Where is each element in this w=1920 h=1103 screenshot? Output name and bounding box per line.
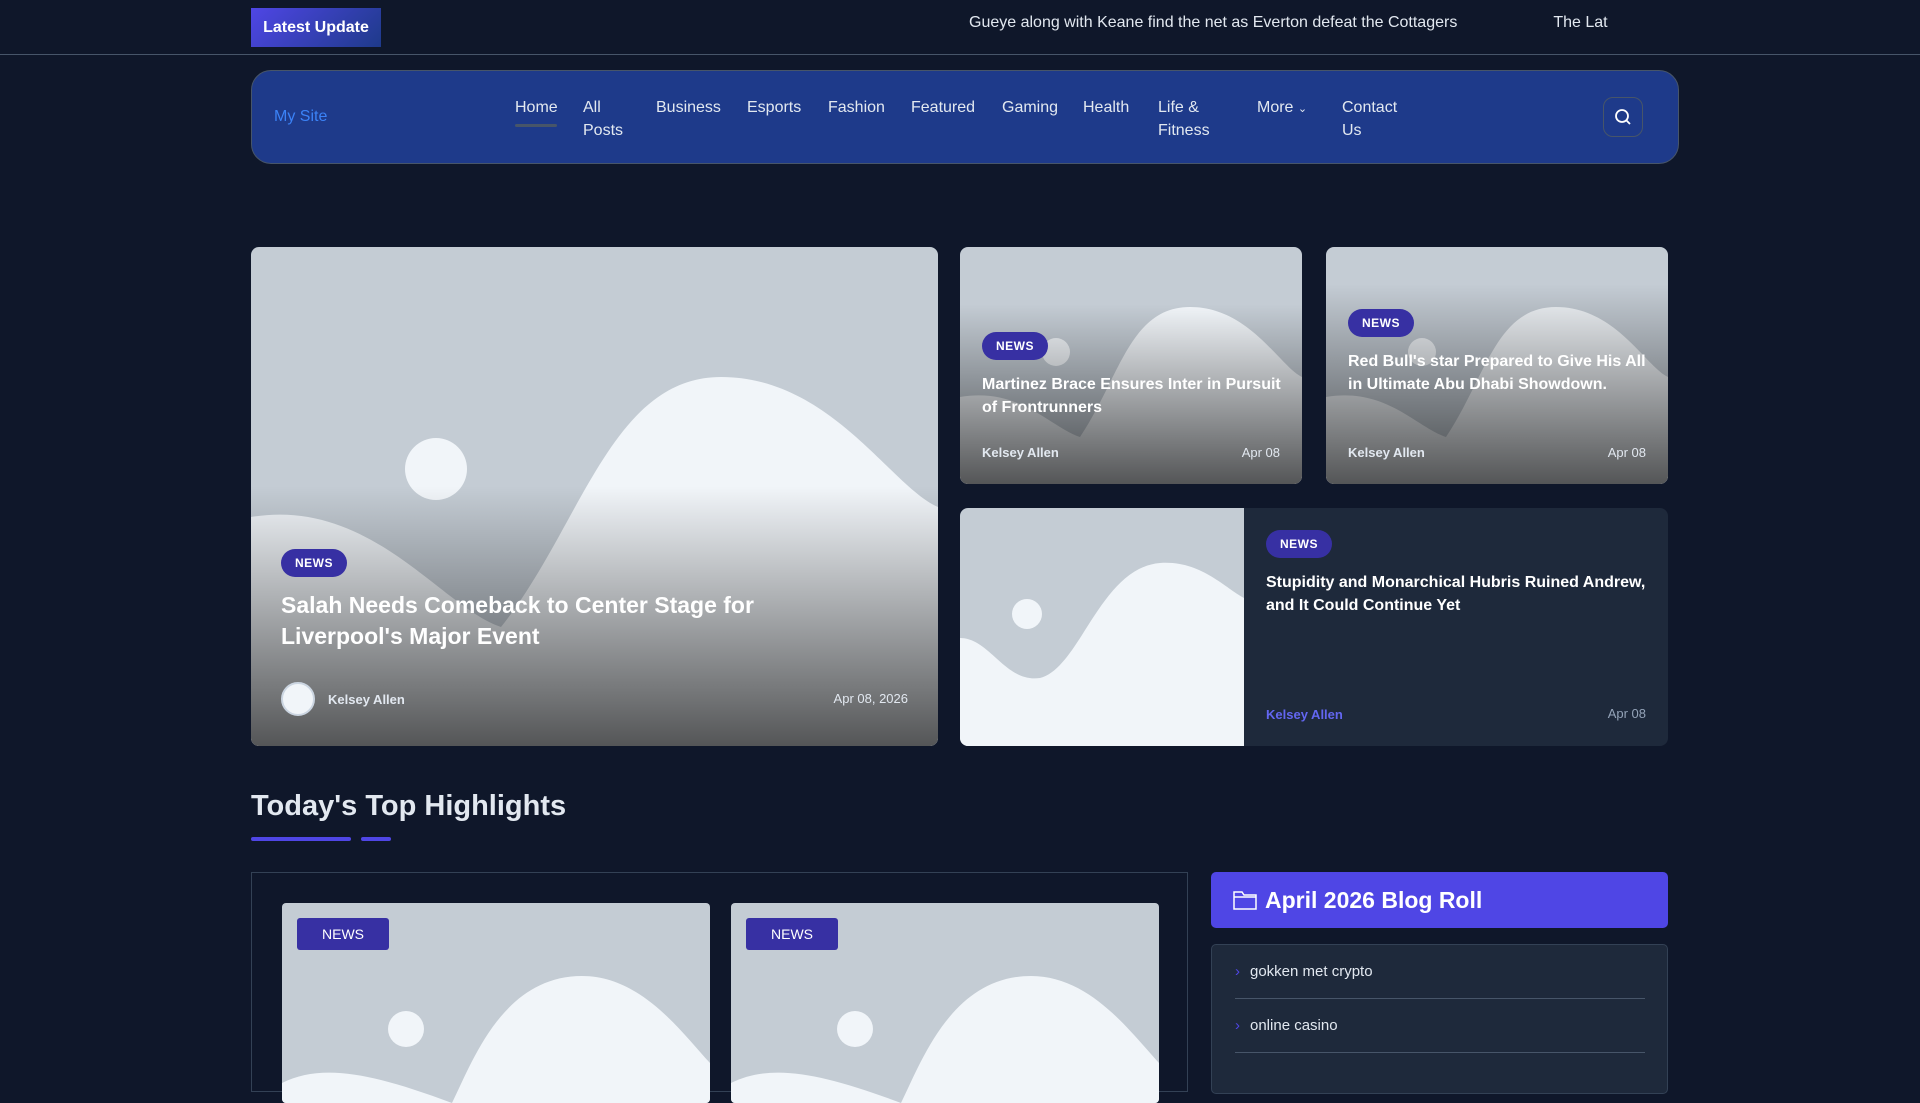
article-title[interactable]: Stupidity and Monarchical Hubris Ruined …: [1266, 571, 1646, 617]
article-title[interactable]: Martinez Brace Ensures Inter in Pursuit …: [982, 373, 1282, 419]
search-button[interactable]: [1603, 97, 1643, 137]
article-title[interactable]: Red Bull's star Prepared to Give His All…: [1348, 350, 1653, 396]
highlight-card[interactable]: NEWS: [731, 903, 1159, 1103]
nav-life-fitness[interactable]: Life & Fitness: [1158, 96, 1218, 142]
category-badge[interactable]: NEWS: [1266, 530, 1332, 558]
chevron-right-icon: ›: [1235, 963, 1240, 980]
nav-all-posts[interactable]: All Posts: [583, 96, 628, 142]
hero-card[interactable]: NEWS Salah Needs Comeback to Center Stag…: [251, 247, 938, 746]
article-card[interactable]: NEWS Red Bull's star Prepared to Give Hi…: [1326, 247, 1668, 484]
category-badge[interactable]: NEWS: [982, 332, 1048, 360]
nav-health[interactable]: Health: [1083, 96, 1129, 119]
category-badge[interactable]: NEWS: [281, 549, 347, 577]
nav-business[interactable]: Business: [656, 96, 721, 119]
latest-update-label: Latest Update: [251, 8, 381, 47]
nav-gaming[interactable]: Gaming: [1002, 96, 1058, 119]
hero-title[interactable]: Salah Needs Comeback to Center Stage for…: [281, 590, 841, 652]
nav-contact-us[interactable]: Contact Us: [1342, 96, 1404, 142]
avatar: [281, 682, 315, 716]
placeholder-image-icon: [960, 508, 1244, 746]
nav-featured[interactable]: Featured: [911, 96, 975, 119]
category-badge[interactable]: NEWS: [1348, 309, 1414, 337]
ticker-item[interactable]: The Lat: [1553, 14, 1607, 31]
author[interactable]: Kelsey Allen: [982, 445, 1059, 460]
nav-esports[interactable]: Esports: [747, 96, 801, 119]
date: Apr 08: [1607, 445, 1646, 460]
article-card[interactable]: NEWS Stupidity and Monarchical Hubris Ru…: [960, 508, 1668, 746]
author[interactable]: Kelsey Allen: [1348, 445, 1425, 460]
nav-home[interactable]: Home: [515, 96, 558, 127]
date: Apr 08: [1607, 706, 1646, 721]
highlight-card[interactable]: NEWS: [282, 903, 710, 1103]
title-underline: [251, 837, 351, 841]
author[interactable]: Kelsey Allen: [328, 692, 405, 707]
nav-fashion[interactable]: Fashion: [828, 96, 885, 119]
chevron-down-icon: ⌄: [1297, 103, 1308, 115]
title-underline: [361, 837, 391, 841]
list-item[interactable]: › online casino: [1235, 999, 1645, 1053]
folder-icon: [1233, 891, 1257, 910]
site-title[interactable]: My Site: [274, 108, 327, 126]
search-icon: [1615, 109, 1631, 125]
news-ticker[interactable]: Gueye along with Keane find the net as E…: [969, 14, 1659, 32]
section-title: Today's Top Highlights: [251, 790, 567, 822]
blog-roll-list: › gokken met crypto › online casino: [1211, 944, 1668, 1094]
highlights-container: NEWS NEWS: [251, 872, 1188, 1103]
nav-more[interactable]: More ⌄: [1257, 96, 1307, 121]
blog-roll-title: April 2026 Blog Roll: [1265, 886, 1483, 913]
article-card[interactable]: NEWS Martinez Brace Ensures Inter in Pur…: [960, 247, 1302, 484]
author[interactable]: Kelsey Allen: [1266, 707, 1343, 722]
ticker-item[interactable]: Gueye along with Keane find the net as E…: [969, 14, 1457, 31]
category-badge[interactable]: NEWS: [297, 918, 389, 950]
blog-roll-header: April 2026 Blog Roll: [1211, 872, 1668, 928]
chevron-right-icon: ›: [1235, 1017, 1240, 1034]
category-badge[interactable]: NEWS: [746, 918, 838, 950]
date: Apr 08: [1241, 445, 1280, 460]
date: Apr 08, 2026: [833, 691, 908, 706]
list-item[interactable]: › gokken met crypto: [1235, 945, 1645, 999]
